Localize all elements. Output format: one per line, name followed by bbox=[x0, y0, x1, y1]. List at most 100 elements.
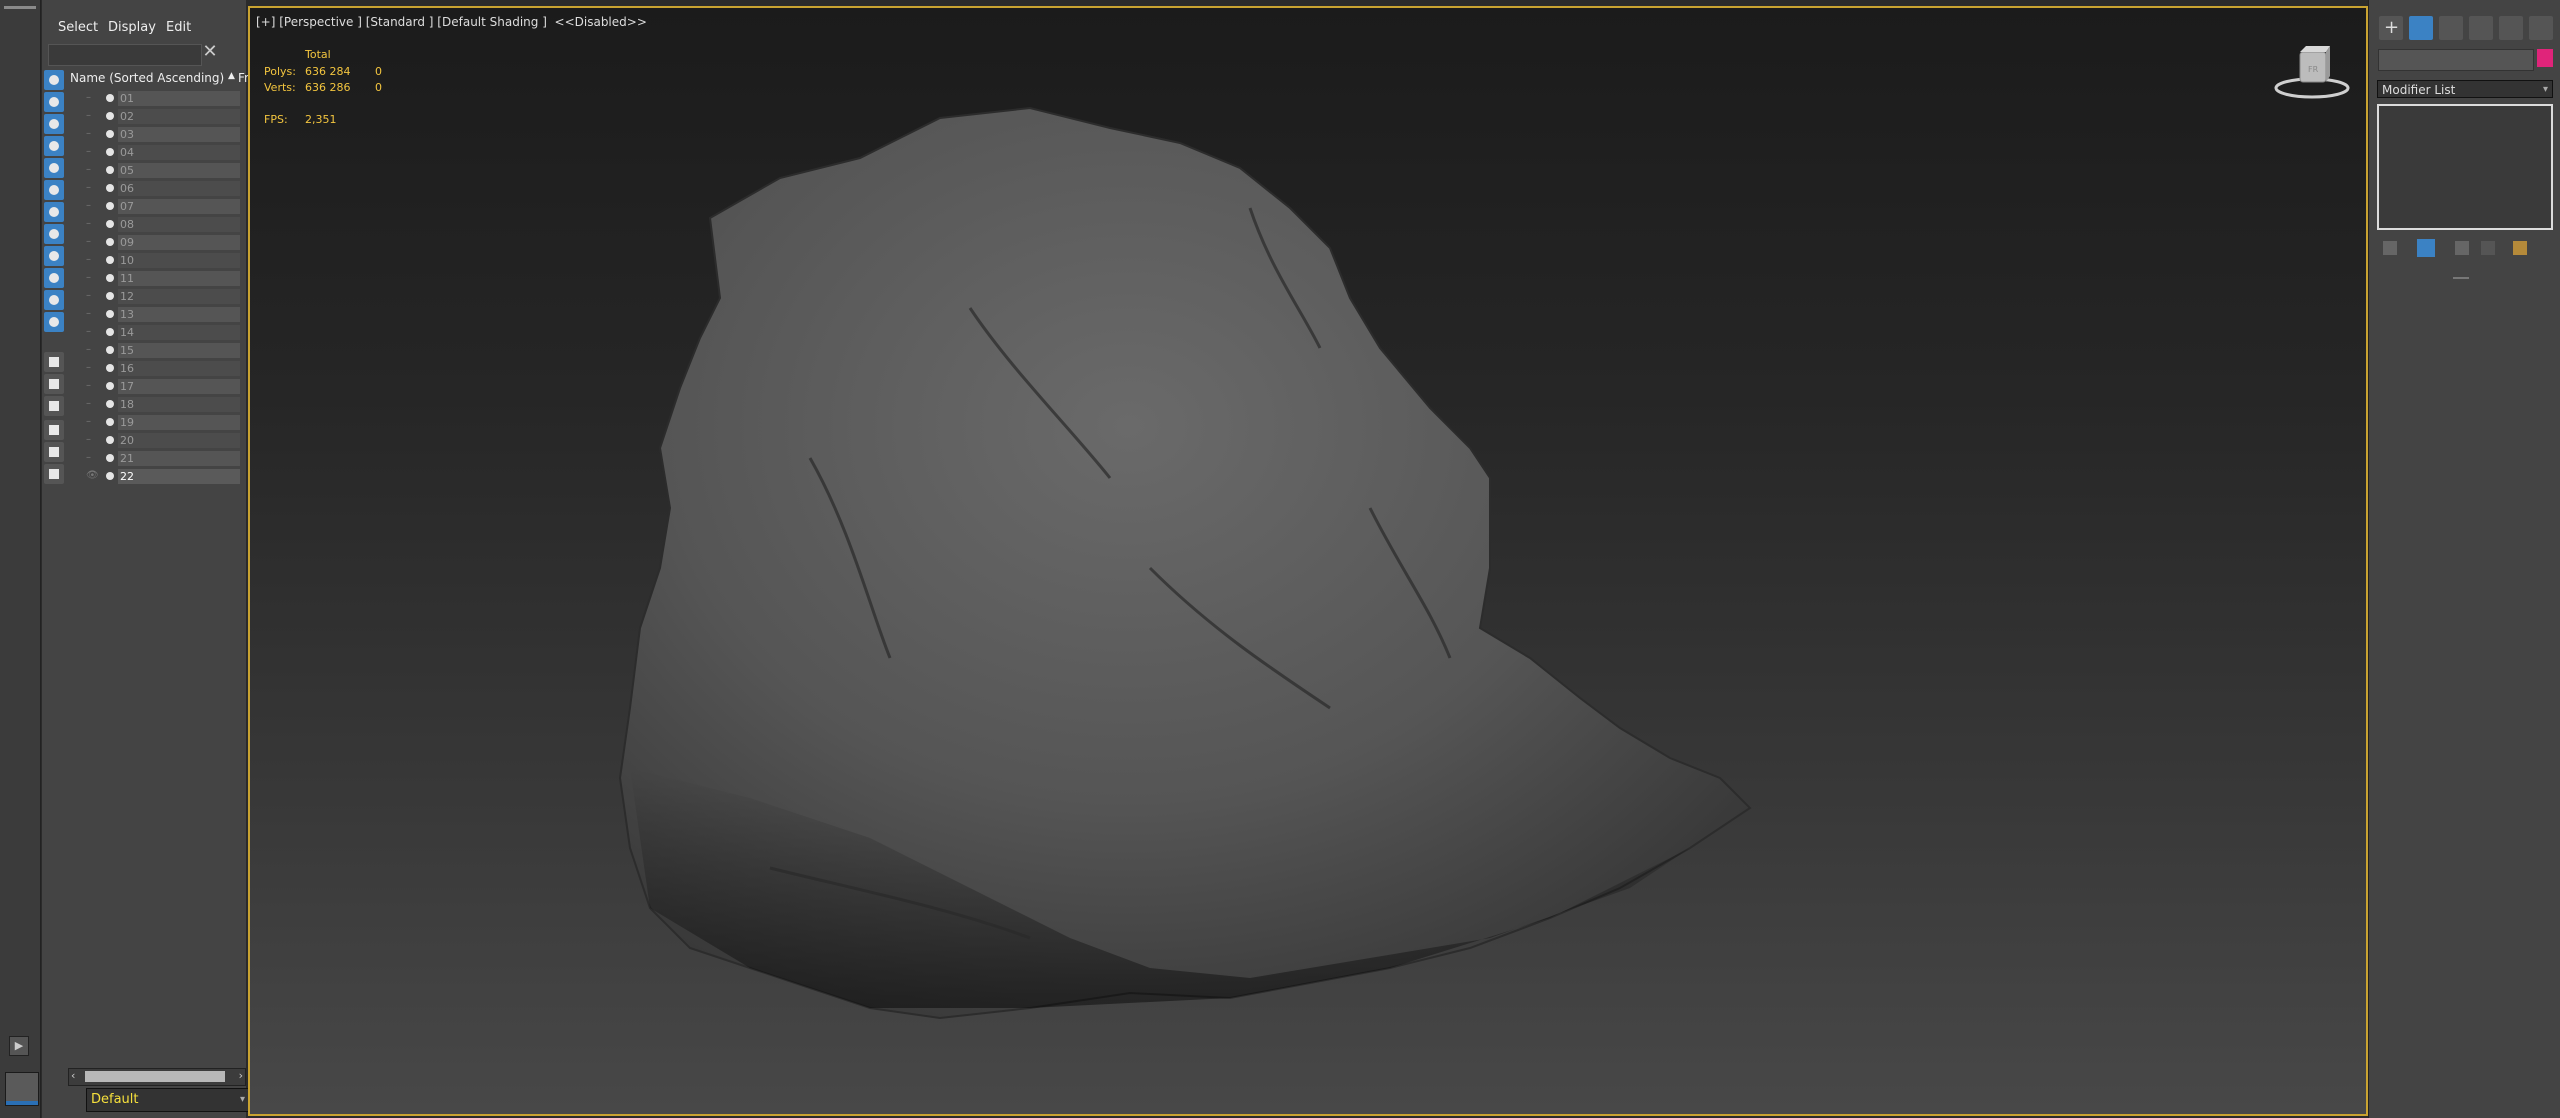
visibility-eye-icon[interactable]: – bbox=[86, 363, 98, 373]
sort-ascending-icon[interactable]: ▲ bbox=[228, 71, 235, 81]
show-end-result-icon[interactable] bbox=[2417, 239, 2435, 257]
visibility-eye-icon[interactable]: – bbox=[86, 93, 98, 103]
visibility-eye-icon[interactable]: – bbox=[86, 453, 98, 463]
select-all-icon[interactable] bbox=[44, 374, 64, 394]
filter-funnel-icon[interactable] bbox=[44, 420, 64, 440]
filter-lights-icon[interactable] bbox=[44, 114, 64, 134]
explorer-search-input[interactable] bbox=[48, 44, 202, 66]
rollout-divider[interactable] bbox=[2453, 277, 2469, 279]
configure-modifier-sets-icon[interactable] bbox=[2513, 241, 2527, 255]
layer-explorer-icon[interactable] bbox=[44, 464, 64, 484]
layer-active-dot-icon[interactable] bbox=[106, 274, 114, 282]
select-none-icon[interactable] bbox=[44, 396, 64, 416]
layer-active-dot-icon[interactable] bbox=[106, 472, 114, 480]
modify-tab-icon[interactable] bbox=[2409, 16, 2433, 40]
layer-active-dot-icon[interactable] bbox=[106, 220, 114, 228]
perspective-viewport[interactable]: [+] [Perspective ] [Standard ] [Default … bbox=[248, 6, 2368, 1116]
filter-groups-icon[interactable] bbox=[44, 202, 64, 222]
layer-swatch-button[interactable] bbox=[5, 1072, 39, 1106]
filter-visibility-icon[interactable] bbox=[44, 312, 64, 332]
explorer-horizontal-scrollbar[interactable]: ‹ › bbox=[68, 1068, 246, 1086]
layer-active-dot-icon[interactable] bbox=[106, 454, 114, 462]
layer-active-dot-icon[interactable] bbox=[106, 382, 114, 390]
layer-active-dot-icon[interactable] bbox=[106, 364, 114, 372]
modifier-stack-list[interactable] bbox=[2377, 104, 2553, 230]
layer-active-dot-icon[interactable] bbox=[106, 94, 114, 102]
create-tab-icon[interactable]: + bbox=[2379, 16, 2403, 40]
layer-active-dot-icon[interactable] bbox=[106, 202, 114, 210]
visibility-eye-icon[interactable]: – bbox=[86, 417, 98, 427]
layer-active-dot-icon[interactable] bbox=[106, 112, 114, 120]
filter-particles-icon[interactable] bbox=[44, 290, 64, 310]
filter-bones-icon[interactable] bbox=[44, 246, 64, 266]
layer-name: 09 bbox=[118, 235, 240, 250]
visibility-eye-icon[interactable]: – bbox=[86, 237, 98, 247]
column-name-label[interactable]: Name (Sorted Ascending) bbox=[70, 71, 224, 85]
menu-edit[interactable]: Edit bbox=[166, 20, 191, 35]
menu-select[interactable]: Select bbox=[58, 20, 98, 35]
hierarchy-tab-icon[interactable] bbox=[2439, 16, 2463, 40]
visibility-eye-icon[interactable]: – bbox=[86, 273, 98, 283]
filter-shapes-icon[interactable] bbox=[44, 92, 64, 112]
remove-modifier-icon[interactable] bbox=[2481, 241, 2495, 255]
sort-list-icon[interactable] bbox=[44, 352, 64, 372]
object-name-field[interactable] bbox=[2378, 49, 2534, 71]
motion-tab-icon[interactable] bbox=[2469, 16, 2493, 40]
make-unique-icon[interactable] bbox=[2455, 241, 2469, 255]
visibility-eye-icon[interactable]: – bbox=[86, 183, 98, 193]
layer-active-dot-icon[interactable] bbox=[106, 166, 114, 174]
layer-name: 17 bbox=[118, 379, 240, 394]
layer-active-dot-icon[interactable] bbox=[106, 328, 114, 336]
visibility-eye-icon[interactable]: – bbox=[86, 309, 98, 319]
visibility-eye-icon[interactable]: – bbox=[86, 291, 98, 301]
current-layer-dropdown[interactable]: Default ▾ bbox=[86, 1088, 250, 1112]
current-layer-label: Default bbox=[91, 1092, 139, 1107]
visibility-eye-icon[interactable]: – bbox=[86, 381, 98, 391]
command-panel: + Modifier List ▾ bbox=[2368, 0, 2560, 1118]
object-color-swatch[interactable] bbox=[2537, 49, 2553, 67]
visibility-eye-icon[interactable]: – bbox=[86, 219, 98, 229]
layer-active-dot-icon[interactable] bbox=[106, 436, 114, 444]
visibility-eye-icon[interactable]: – bbox=[86, 399, 98, 409]
pin-stack-icon[interactable] bbox=[2383, 241, 2397, 255]
layer-active-dot-icon[interactable] bbox=[106, 184, 114, 192]
utilities-tab-icon[interactable] bbox=[2529, 16, 2553, 40]
visibility-eye-icon[interactable]: – bbox=[86, 147, 98, 157]
filter-xrefs-icon[interactable] bbox=[44, 224, 64, 244]
filter-geometry-icon[interactable] bbox=[44, 70, 64, 90]
layer-name: 06 bbox=[118, 181, 240, 196]
layer-active-dot-icon[interactable] bbox=[106, 310, 114, 318]
visibility-eye-icon[interactable]: – bbox=[86, 201, 98, 211]
layer-active-dot-icon[interactable] bbox=[106, 400, 114, 408]
layer-active-dot-icon[interactable] bbox=[106, 130, 114, 138]
clear-search-icon[interactable]: ✕ bbox=[200, 42, 220, 62]
layer-active-dot-icon[interactable] bbox=[106, 256, 114, 264]
modifier-list-dropdown[interactable]: Modifier List ▾ bbox=[2377, 80, 2553, 98]
filter-cameras-icon[interactable] bbox=[44, 136, 64, 156]
rock-mesh-object[interactable] bbox=[250, 8, 2366, 1114]
display-tab-icon[interactable] bbox=[2499, 16, 2523, 40]
layer-active-dot-icon[interactable] bbox=[106, 292, 114, 300]
visibility-eye-icon[interactable]: – bbox=[86, 165, 98, 175]
expand-arrow-icon[interactable]: ▶ bbox=[9, 1036, 29, 1056]
visibility-eye-icon[interactable]: – bbox=[86, 327, 98, 337]
scroll-right-icon[interactable]: › bbox=[239, 1069, 243, 1082]
menu-display[interactable]: Display bbox=[108, 20, 156, 35]
visibility-eye-icon[interactable]: – bbox=[86, 129, 98, 139]
layer-active-dot-icon[interactable] bbox=[106, 418, 114, 426]
filter-helpers-icon[interactable] bbox=[44, 158, 64, 178]
layer-name: 14 bbox=[118, 325, 240, 340]
filter-containers-icon[interactable] bbox=[44, 268, 64, 288]
visibility-eye-icon[interactable]: – bbox=[86, 111, 98, 121]
visibility-eye-icon[interactable]: – bbox=[86, 345, 98, 355]
visibility-eye-icon[interactable]: 👁 bbox=[86, 471, 99, 481]
visibility-eye-icon[interactable]: – bbox=[86, 255, 98, 265]
filter-options-icon[interactable] bbox=[44, 442, 64, 462]
layer-active-dot-icon[interactable] bbox=[106, 148, 114, 156]
scrollbar-thumb[interactable] bbox=[85, 1071, 225, 1082]
scroll-left-icon[interactable]: ‹ bbox=[71, 1069, 75, 1082]
layer-active-dot-icon[interactable] bbox=[106, 238, 114, 246]
filter-spacewarps-icon[interactable] bbox=[44, 180, 64, 200]
layer-active-dot-icon[interactable] bbox=[106, 346, 114, 354]
visibility-eye-icon[interactable]: – bbox=[86, 435, 98, 445]
